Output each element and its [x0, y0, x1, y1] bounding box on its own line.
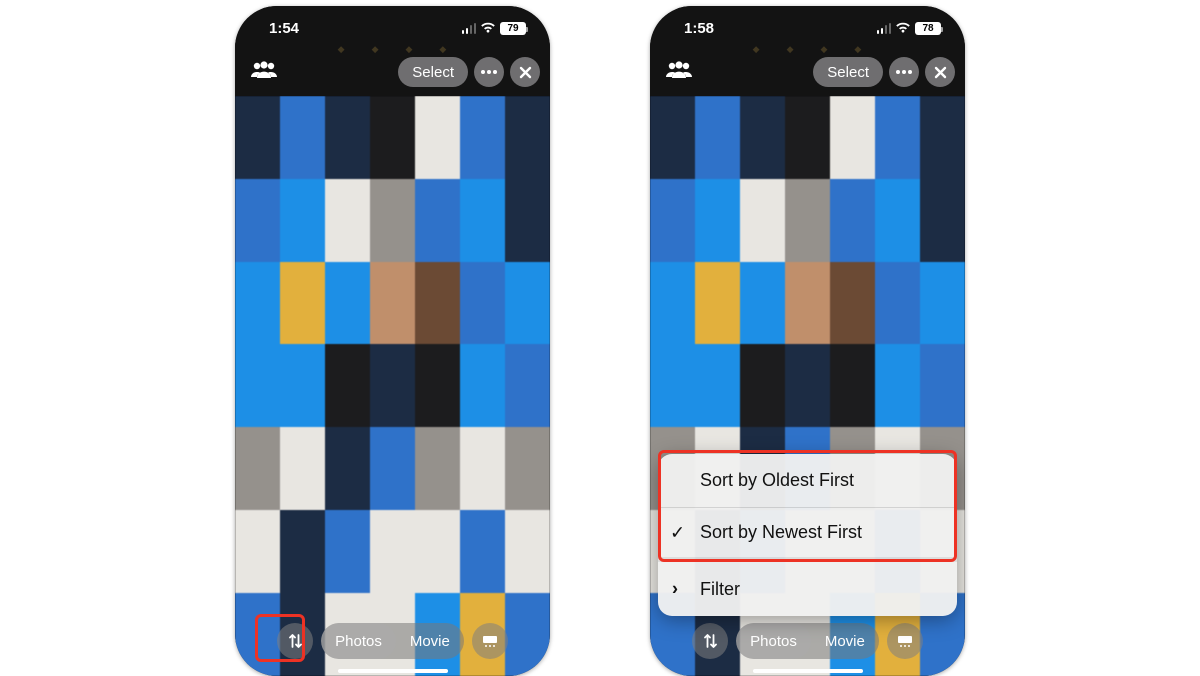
photo-grid[interactable] — [235, 96, 550, 676]
more-button[interactable] — [474, 57, 504, 87]
photo-mosaic — [235, 96, 550, 676]
sort-menu: Sort by Oldest First ✓ Sort by Newest Fi… — [658, 454, 957, 616]
select-button[interactable]: Select — [813, 57, 883, 87]
sort-button[interactable] — [692, 623, 728, 659]
select-button[interactable]: Select — [398, 57, 468, 87]
menu-sort-newest[interactable]: ✓ Sort by Newest First — [658, 508, 957, 562]
aspect-button[interactable] — [472, 623, 508, 659]
segment-photos[interactable]: Photos — [736, 623, 811, 659]
battery-icon: 79 — [500, 22, 526, 35]
view-mode-segment: Photos Movie — [321, 623, 464, 659]
phone-left: ◆◆◆◆ 1:54 79 Select — [235, 6, 550, 676]
status-icons: 78 — [877, 22, 942, 35]
battery-level: 79 — [507, 23, 518, 34]
menu-filter[interactable]: › Filter — [658, 562, 957, 616]
close-button[interactable] — [925, 57, 955, 87]
people-icon[interactable] — [249, 60, 279, 85]
status-time: 1:54 — [259, 20, 462, 37]
menu-label: Sort by Newest First — [700, 522, 862, 543]
segment-movie[interactable]: Movie — [811, 623, 879, 659]
home-indicator[interactable] — [753, 669, 863, 673]
aspect-button[interactable] — [887, 623, 923, 659]
battery-icon: 78 — [915, 22, 941, 35]
more-button[interactable] — [889, 57, 919, 87]
cellular-icon — [877, 23, 892, 34]
top-toolbar: Select — [650, 50, 965, 94]
bottom-toolbar: Photos Movie — [235, 616, 550, 666]
view-mode-segment: Photos Movie — [736, 623, 879, 659]
status-bar: 1:58 78 — [650, 6, 965, 50]
status-bar: 1:54 79 — [235, 6, 550, 50]
status-time: 1:58 — [674, 20, 877, 37]
top-toolbar: Select — [235, 50, 550, 94]
segment-photos[interactable]: Photos — [321, 623, 396, 659]
battery-level: 78 — [922, 23, 933, 34]
close-button[interactable] — [510, 57, 540, 87]
chevron-right-icon: › — [672, 579, 678, 600]
menu-label: Filter — [700, 579, 740, 600]
cellular-icon — [462, 23, 477, 34]
people-icon[interactable] — [664, 60, 694, 85]
bottom-toolbar: Photos Movie — [650, 616, 965, 666]
phone-right: ◆◆◆◆ 1:58 78 Select — [650, 6, 965, 676]
status-icons: 79 — [462, 22, 527, 35]
menu-label: Sort by Oldest First — [700, 470, 854, 491]
menu-sort-oldest[interactable]: Sort by Oldest First — [658, 454, 957, 508]
wifi-icon — [480, 22, 496, 34]
checkmark-icon: ✓ — [670, 522, 685, 543]
sort-button[interactable] — [277, 623, 313, 659]
wifi-icon — [895, 22, 911, 34]
segment-movie[interactable]: Movie — [396, 623, 464, 659]
home-indicator[interactable] — [338, 669, 448, 673]
screenshot-pair: ◆◆◆◆ 1:54 79 Select — [0, 0, 1200, 675]
